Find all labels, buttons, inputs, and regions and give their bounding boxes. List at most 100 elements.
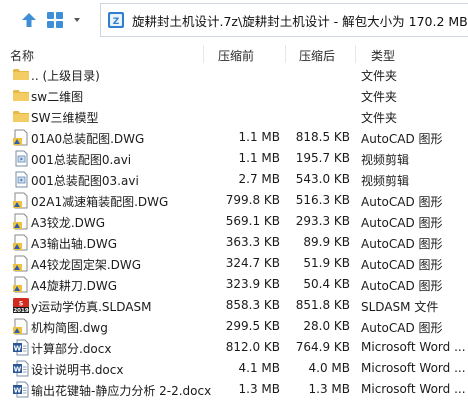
column-separator[interactable] bbox=[285, 45, 286, 63]
file-size-original: 89.9 KB bbox=[303, 235, 350, 249]
file-size-compressed: 1.3 MB bbox=[238, 382, 280, 396]
file-name: 机构简图.dwg bbox=[31, 321, 108, 335]
file-name: A4铰龙固定架.DWG bbox=[31, 258, 142, 272]
arrow-up-icon[interactable] bbox=[18, 9, 40, 31]
file-row[interactable]: 02A1减速箱装配图.DWG 799.8 KB 516.3 KB AutoCAD 图形 bbox=[0, 190, 468, 211]
column-separator[interactable] bbox=[355, 45, 356, 63]
dropdown-icon[interactable] bbox=[70, 9, 84, 31]
file-row[interactable]: 2019 Sy运动学仿真.SLDASM 858.3 KB 851.8 KB SLDASM… bbox=[0, 295, 468, 316]
file-size-compressed: 858.3 KB bbox=[225, 298, 280, 312]
file-name: sw二维图 bbox=[31, 90, 84, 104]
file-name: 计算部分.docx bbox=[31, 342, 112, 356]
column-name[interactable]: 名称 bbox=[10, 47, 34, 64]
file-row[interactable]: A3铰龙.DWG 569.1 KB 293.3 KB AutoCAD 图形 bbox=[0, 211, 468, 232]
file-type: Microsoft Word ... bbox=[361, 361, 466, 375]
file-type: 文件夹 bbox=[361, 111, 398, 125]
address-text: 旋耕封土机设计.7z\旋耕封土机设计 - 解包大小为 170.2 MB bbox=[132, 13, 468, 29]
file-name: .. (上级目录) bbox=[31, 69, 100, 83]
dwg-file-icon bbox=[12, 318, 30, 335]
file-row[interactable]: .. (上级目录) 文件夹 bbox=[0, 64, 468, 85]
file-type: AutoCAD 图形 bbox=[361, 258, 443, 272]
file-size-compressed: 1.1 MB bbox=[238, 151, 280, 165]
file-size-compressed: 299.5 KB bbox=[225, 319, 280, 333]
column-header: 名称 压缩前 压缩后 类型 bbox=[0, 45, 468, 65]
file-size-original: 293.3 KB bbox=[295, 214, 350, 228]
file-size-original: 4.0 MB bbox=[308, 361, 350, 375]
dwg-file-icon bbox=[12, 213, 30, 230]
file-type: 文件夹 bbox=[361, 69, 398, 83]
file-type: 视频剪辑 bbox=[361, 174, 410, 188]
file-type: AutoCAD 图形 bbox=[361, 216, 443, 230]
video-file-icon bbox=[12, 150, 30, 167]
file-size-compressed: 4.1 MB bbox=[238, 361, 280, 375]
file-name: A3铰龙.DWG bbox=[31, 216, 106, 230]
solidworks-file-icon: 2019 S bbox=[12, 297, 30, 314]
dwg-file-icon bbox=[12, 234, 30, 251]
file-row[interactable]: 001总装配图0.avi 1.1 MB 195.7 KB 视频剪辑 bbox=[0, 148, 468, 169]
file-row[interactable]: W 输出花键轴-静应力分析 2-2.docx 1.3 MB 1.3 MB Microso… bbox=[0, 379, 468, 400]
file-name: 设计说明书.docx bbox=[31, 363, 124, 377]
file-name: SW三维模型 bbox=[31, 111, 99, 125]
file-row[interactable]: 机构简图.dwg 299.5 KB 28.0 KB AutoCAD 图形 bbox=[0, 316, 468, 337]
svg-text:S: S bbox=[19, 301, 23, 308]
file-name: 02A1减速箱装配图.DWG bbox=[31, 195, 169, 209]
file-type: AutoCAD 图形 bbox=[361, 321, 443, 335]
file-size-compressed: 1.1 MB bbox=[238, 130, 280, 144]
dwg-file-icon bbox=[12, 276, 30, 293]
file-size-compressed: 363.3 KB bbox=[225, 235, 280, 249]
file-size-original: 51.9 KB bbox=[303, 256, 350, 270]
file-row[interactable]: sw二维图 文件夹 bbox=[0, 85, 468, 106]
toolbar: Z 旋耕封土机设计.7z\旋耕封土机设计 - 解包大小为 170.2 MB bbox=[0, 0, 468, 43]
svg-text:2019: 2019 bbox=[13, 308, 28, 314]
dwg-file-icon bbox=[12, 129, 30, 146]
word-file-icon: W bbox=[12, 360, 30, 377]
file-name: 001总装配图03.avi bbox=[31, 174, 139, 188]
file-name: 001总装配图0.avi bbox=[31, 153, 132, 167]
file-size-compressed: 569.1 KB bbox=[225, 214, 280, 228]
archive-icon: Z bbox=[104, 8, 128, 32]
file-row[interactable]: SW三维模型 文件夹 bbox=[0, 106, 468, 127]
address-bar[interactable]: Z 旋耕封土机设计.7z\旋耕封土机设计 - 解包大小为 170.2 MB bbox=[100, 3, 468, 37]
word-file-icon: W bbox=[12, 339, 30, 356]
file-name: 输出花键轴-静应力分析 2-2.docx bbox=[31, 384, 212, 398]
file-size-compressed: 812.0 KB bbox=[225, 340, 280, 354]
file-size-original: 516.3 KB bbox=[295, 193, 350, 207]
dwg-file-icon bbox=[12, 192, 30, 209]
column-separator[interactable] bbox=[203, 45, 204, 63]
dwg-file-icon bbox=[12, 255, 30, 272]
word-file-icon: W bbox=[12, 381, 30, 398]
view-grid-icon[interactable] bbox=[44, 9, 66, 31]
file-row[interactable]: A4旋耕刀.DWG 323.9 KB 50.4 KB AutoCAD 图形 bbox=[0, 274, 468, 295]
file-size-original: 1.3 MB bbox=[308, 382, 350, 396]
file-size-original: 818.5 KB bbox=[295, 130, 350, 144]
file-row[interactable]: A4铰龙固定架.DWG 324.7 KB 51.9 KB AutoCAD 图形 bbox=[0, 253, 468, 274]
file-size-compressed: 324.7 KB bbox=[225, 256, 280, 270]
file-name: A3输出轴.DWG bbox=[31, 237, 118, 251]
file-type: AutoCAD 图形 bbox=[361, 132, 443, 146]
file-size-original: 28.0 KB bbox=[303, 319, 350, 333]
file-type: AutoCAD 图形 bbox=[361, 237, 443, 251]
file-list: .. (上级目录) 文件夹 sw二维图 文件夹 SW三维模型 文件夹 01A0总装配图.DW… bbox=[0, 64, 468, 400]
file-size-original: 50.4 KB bbox=[303, 277, 350, 291]
video-file-icon bbox=[12, 171, 30, 188]
file-row[interactable]: W 设计说明书.docx 4.1 MB 4.0 MB Microsoft Word ..… bbox=[0, 358, 468, 379]
file-row[interactable]: 001总装配图03.avi 2.7 MB 543.0 KB 视频剪辑 bbox=[0, 169, 468, 190]
folder-icon bbox=[12, 87, 30, 104]
svg-text:W: W bbox=[14, 345, 22, 353]
file-row[interactable]: W 计算部分.docx 812.0 KB 764.9 KB Microsoft Word… bbox=[0, 337, 468, 358]
file-row[interactable]: 01A0总装配图.DWG 1.1 MB 818.5 KB AutoCAD 图形 bbox=[0, 127, 468, 148]
file-row[interactable]: A3输出轴.DWG 363.3 KB 89.9 KB AutoCAD 图形 bbox=[0, 232, 468, 253]
svg-text:W: W bbox=[14, 387, 22, 395]
column-type[interactable]: 类型 bbox=[371, 47, 395, 64]
column-compressed[interactable]: 压缩前 bbox=[218, 47, 254, 64]
file-size-compressed: 2.7 MB bbox=[238, 172, 280, 186]
folder-up-icon bbox=[12, 66, 30, 83]
file-name: 01A0总装配图.DWG bbox=[31, 132, 145, 146]
file-name: y运动学仿真.SLDASM bbox=[31, 300, 152, 314]
file-size-compressed: 799.8 KB bbox=[225, 193, 280, 207]
column-original[interactable]: 压缩后 bbox=[299, 47, 335, 64]
file-type: AutoCAD 图形 bbox=[361, 279, 443, 293]
file-type: AutoCAD 图形 bbox=[361, 195, 443, 209]
file-size-original: 764.9 KB bbox=[295, 340, 350, 354]
file-size-original: 195.7 KB bbox=[295, 151, 350, 165]
